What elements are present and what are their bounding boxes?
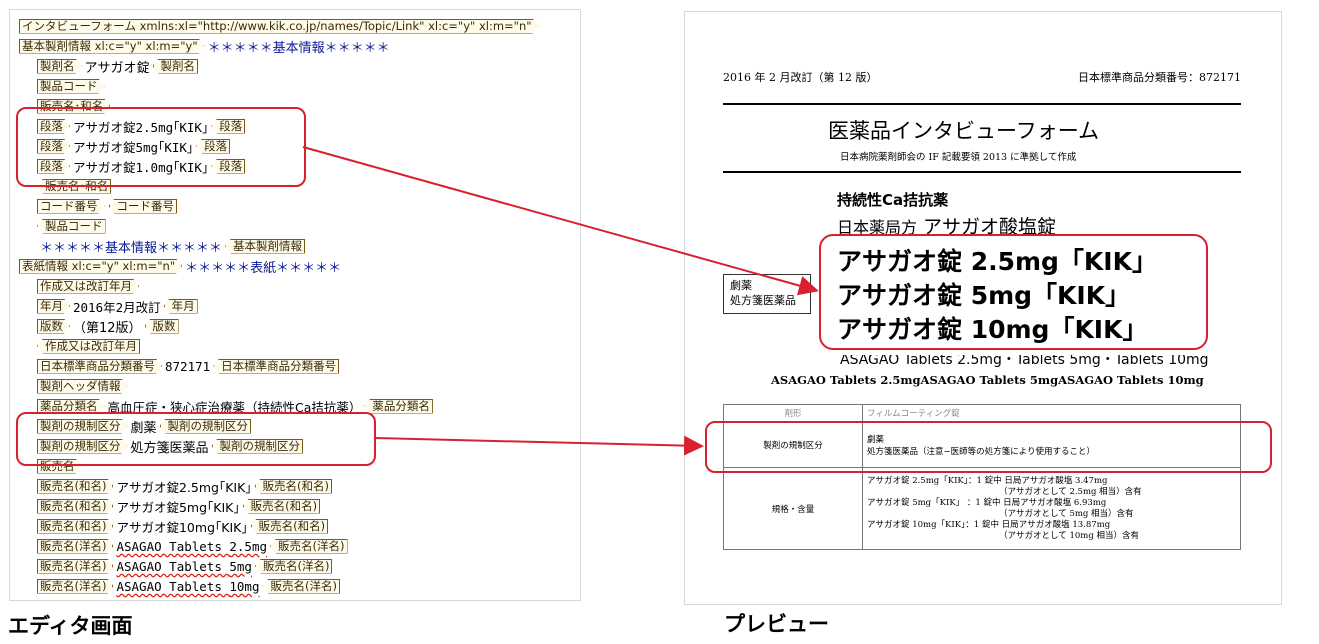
preview-caption: プレビュー: [724, 612, 829, 636]
arrow-paragraphs-to-brand-names: [302, 146, 819, 296]
connector-arrows: [302, 146, 819, 456]
editor-caption: エディタ画面: [8, 614, 133, 638]
arrow-regulation-to-table: [373, 435, 704, 456]
